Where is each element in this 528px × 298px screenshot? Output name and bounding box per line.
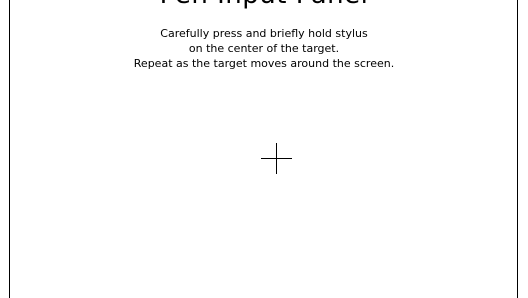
crosshair-target-icon[interactable] [261, 143, 292, 174]
calibration-instructions: Carefully press and briefly hold stylus … [0, 26, 528, 71]
calibration-screen: Pen Input Panel Carefully press and brie… [0, 0, 528, 298]
header-partial-text: Pen Input Panel [0, 0, 528, 9]
crosshair-vertical-line [276, 143, 277, 174]
instruction-line-3: Repeat as the target moves around the sc… [133, 57, 395, 70]
instruction-line-1: Carefully press and briefly hold stylus [160, 27, 368, 40]
instruction-line-2: on the center of the target. [188, 42, 340, 55]
